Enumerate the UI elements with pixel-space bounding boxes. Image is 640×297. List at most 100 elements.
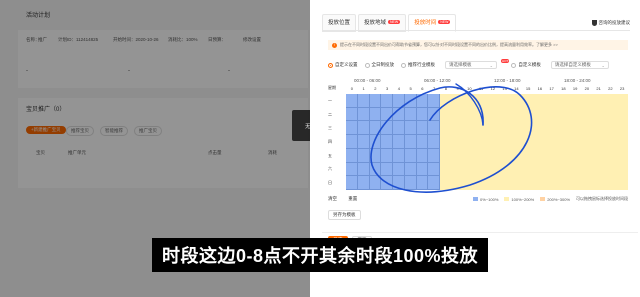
schedule-cell[interactable]	[487, 135, 499, 149]
schedule-cell[interactable]	[463, 162, 476, 177]
schedule-cell[interactable]	[487, 176, 499, 190]
schedule-cell[interactable]	[369, 121, 382, 136]
schedule-cell[interactable]	[616, 162, 628, 177]
schedule-cell[interactable]	[534, 176, 546, 190]
reset-link[interactable]: 重置	[348, 196, 357, 201]
schedule-cell[interactable]	[416, 121, 429, 136]
schedule-cell[interactable]	[369, 148, 382, 163]
schedule-cell[interactable]	[581, 162, 593, 177]
schedule-cell[interactable]	[451, 94, 464, 108]
schedule-cell[interactable]	[510, 135, 523, 149]
save-template-button[interactable]: 另存为模板	[328, 210, 361, 220]
schedule-cell[interactable]	[498, 94, 511, 108]
schedule-cell[interactable]	[428, 148, 440, 163]
schedule-cell[interactable]	[451, 107, 464, 122]
schedule-cell[interactable]	[592, 162, 605, 177]
schedule-cell[interactable]	[451, 162, 464, 177]
schedule-cell[interactable]	[592, 135, 605, 149]
schedule-cell[interactable]	[487, 148, 499, 163]
schedule-cells[interactable]	[346, 94, 628, 190]
schedule-cell[interactable]	[510, 176, 523, 190]
schedule-cell[interactable]	[475, 107, 487, 122]
schedule-cell[interactable]	[581, 94, 593, 108]
schedule-cell[interactable]	[404, 121, 417, 136]
schedule-cell[interactable]	[346, 162, 358, 177]
schedule-cell[interactable]	[545, 121, 558, 136]
radio-icon[interactable]	[328, 62, 333, 68]
schedule-cell[interactable]	[534, 148, 546, 163]
schedule-cell[interactable]	[557, 162, 570, 177]
schedule-cell[interactable]	[440, 94, 452, 108]
schedule-cell[interactable]	[569, 176, 581, 190]
schedule-cell[interactable]	[475, 148, 487, 163]
schedule-cell[interactable]	[357, 176, 370, 190]
schedule-cell[interactable]	[545, 176, 558, 190]
schedule-cell[interactable]	[381, 107, 393, 122]
schedule-cell[interactable]	[346, 176, 358, 190]
schedule-cell[interactable]	[346, 135, 358, 149]
schedule-cell[interactable]	[346, 94, 358, 108]
schedule-cell[interactable]	[357, 94, 370, 108]
schedule-cell[interactable]	[381, 176, 393, 190]
schedule-cell[interactable]	[475, 121, 487, 136]
schedule-cell[interactable]	[463, 176, 476, 190]
radio-icon[interactable]	[401, 62, 406, 68]
schedule-cell[interactable]	[487, 162, 499, 177]
schedule-cell[interactable]	[381, 148, 393, 163]
mode-industry-template[interactable]: 推荐行业模板	[401, 62, 435, 68]
schedule-cell[interactable]	[357, 162, 370, 177]
industry-template-select[interactable]: 请选择模板 ⌄	[445, 61, 497, 69]
schedule-cell[interactable]	[357, 107, 370, 122]
schedule-cell[interactable]	[475, 176, 487, 190]
schedule-cell[interactable]	[440, 121, 452, 136]
schedule-cell[interactable]	[381, 135, 393, 149]
schedule-cell[interactable]	[616, 148, 628, 163]
schedule-cell[interactable]	[475, 94, 487, 108]
schedule-cell[interactable]	[475, 135, 487, 149]
schedule-cell[interactable]	[581, 121, 593, 136]
schedule-cell[interactable]	[440, 135, 452, 149]
schedule-cell[interactable]	[569, 162, 581, 177]
schedule-cell[interactable]	[381, 94, 393, 108]
schedule-cell[interactable]	[428, 176, 440, 190]
schedule-cell[interactable]	[557, 135, 570, 149]
schedule-cell[interactable]	[510, 162, 523, 177]
schedule-cell[interactable]	[545, 135, 558, 149]
schedule-cell[interactable]	[451, 121, 464, 136]
schedule-cell[interactable]	[440, 162, 452, 177]
schedule-cell[interactable]	[545, 94, 558, 108]
schedule-cell[interactable]	[404, 107, 417, 122]
schedule-cell[interactable]	[404, 148, 417, 163]
schedule-cell[interactable]	[428, 107, 440, 122]
schedule-cell[interactable]	[487, 94, 499, 108]
schedule-cell[interactable]	[592, 121, 605, 136]
schedule-cell[interactable]	[393, 176, 405, 190]
schedule-cell[interactable]	[487, 121, 499, 136]
schedule-cell[interactable]	[534, 107, 546, 122]
schedule-cell[interactable]	[440, 176, 452, 190]
schedule-cell[interactable]	[428, 121, 440, 136]
schedule-cell[interactable]	[404, 162, 417, 177]
schedule-cell[interactable]	[393, 121, 405, 136]
schedule-cell[interactable]	[534, 162, 546, 177]
schedule-cell[interactable]	[428, 162, 440, 177]
schedule-cell[interactable]	[357, 121, 370, 136]
schedule-cell[interactable]	[428, 94, 440, 108]
schedule-cell[interactable]	[416, 176, 429, 190]
schedule-cell[interactable]	[381, 162, 393, 177]
schedule-cell[interactable]	[557, 176, 570, 190]
schedule-cell[interactable]	[404, 176, 417, 190]
schedule-cell[interactable]	[475, 162, 487, 177]
schedule-cell[interactable]	[592, 107, 605, 122]
schedule-cell[interactable]	[522, 121, 534, 136]
schedule-cell[interactable]	[522, 135, 534, 149]
schedule-cell[interactable]	[393, 94, 405, 108]
schedule-cell[interactable]	[522, 94, 534, 108]
schedule-cell[interactable]	[451, 176, 464, 190]
schedule-cell[interactable]	[545, 162, 558, 177]
schedule-cell[interactable]	[581, 176, 593, 190]
schedule-cell[interactable]	[592, 176, 605, 190]
schedule-cell[interactable]	[404, 94, 417, 108]
schedule-cell[interactable]	[498, 107, 511, 122]
schedule-cell[interactable]	[604, 121, 617, 136]
